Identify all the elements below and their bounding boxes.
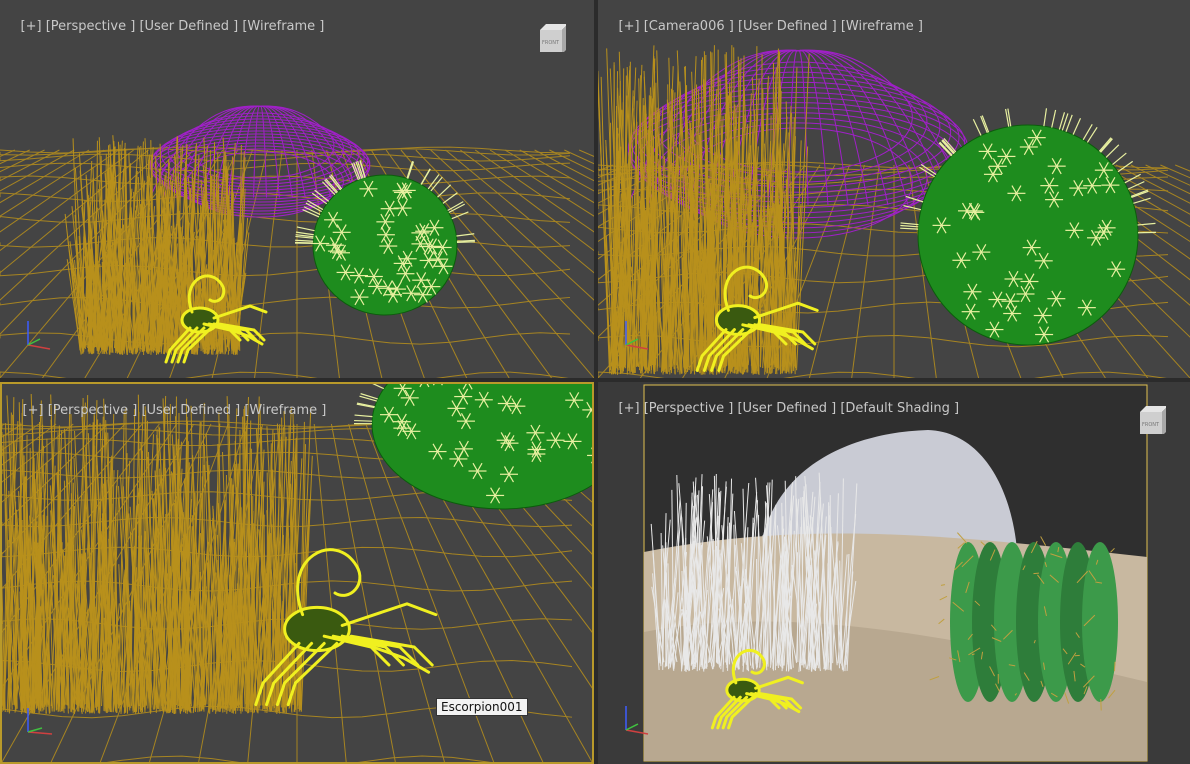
- viewport-view-menu[interactable]: [Perspective ]: [644, 401, 734, 416]
- viewport-top-right[interactable]: [+] [Camera006 ] [User Defined ] [Wirefr…: [598, 0, 1190, 378]
- viewport-shading-menu[interactable]: [Wireframe ]: [242, 19, 324, 34]
- axis-tripod-icon: [27, 321, 51, 350]
- grass-tuft: [2, 393, 313, 715]
- cactus: [353, 384, 592, 510]
- viewport-plus-menu[interactable]: [+]: [23, 403, 44, 418]
- shaded-scene: [643, 384, 1148, 762]
- viewport-shading-menu[interactable]: [Wireframe ]: [841, 19, 923, 34]
- viewport-label: [+] [Camera006 ] [User Defined ] [Wirefr…: [602, 4, 923, 49]
- viewport-bottom-right[interactable]: [+] [Perspective ] [User Defined ] [Defa…: [598, 382, 1190, 764]
- viewport-view-menu[interactable]: [Perspective ]: [46, 19, 136, 34]
- viewport-label: [+] [Perspective ] [User Defined ] [Wire…: [4, 4, 325, 49]
- viewport-mode-menu[interactable]: [User Defined ]: [139, 19, 238, 34]
- axis-tripod-icon: [625, 321, 649, 350]
- axis-tripod-icon: [27, 708, 53, 735]
- wireframe-scene: [598, 45, 1190, 378]
- viewport-plus-menu[interactable]: [+]: [21, 19, 42, 34]
- svg-text:FRONT: FRONT: [1142, 422, 1160, 428]
- viewport-camera-menu[interactable]: [Camera006 ]: [644, 19, 734, 34]
- viewport-plus-menu[interactable]: [+]: [619, 19, 640, 34]
- viewport-label: [+] [Perspective ] [User Defined ] [Wire…: [6, 388, 327, 433]
- viewport-view-menu[interactable]: [Perspective ]: [48, 403, 138, 418]
- viewcube-icon[interactable]: FRONT: [1136, 404, 1166, 434]
- viewport-mode-menu[interactable]: [User Defined ]: [737, 401, 836, 416]
- axis-tripod-icon: [625, 706, 649, 735]
- viewport-plus-menu[interactable]: [+]: [619, 401, 640, 416]
- object-name-tooltip: Escorpion001: [436, 698, 528, 716]
- viewcube-icon[interactable]: FRONT: [536, 22, 566, 52]
- viewport-shading-menu[interactable]: [Default Shading ]: [840, 401, 959, 416]
- viewport-label: [+] [Perspective ] [User Defined ] [Defa…: [602, 386, 960, 431]
- cactus: [929, 532, 1118, 711]
- svg-text:FRONT: FRONT: [542, 40, 560, 46]
- viewport-top-left[interactable]: [+] [Perspective ] [User Defined ] [Wire…: [0, 0, 594, 378]
- viewport-mode-menu[interactable]: [User Defined ]: [738, 19, 837, 34]
- viewport-mode-menu[interactable]: [User Defined ]: [141, 403, 240, 418]
- viewport-shading-menu[interactable]: [Wireframe ]: [244, 403, 326, 418]
- wireframe-scene: [0, 105, 594, 378]
